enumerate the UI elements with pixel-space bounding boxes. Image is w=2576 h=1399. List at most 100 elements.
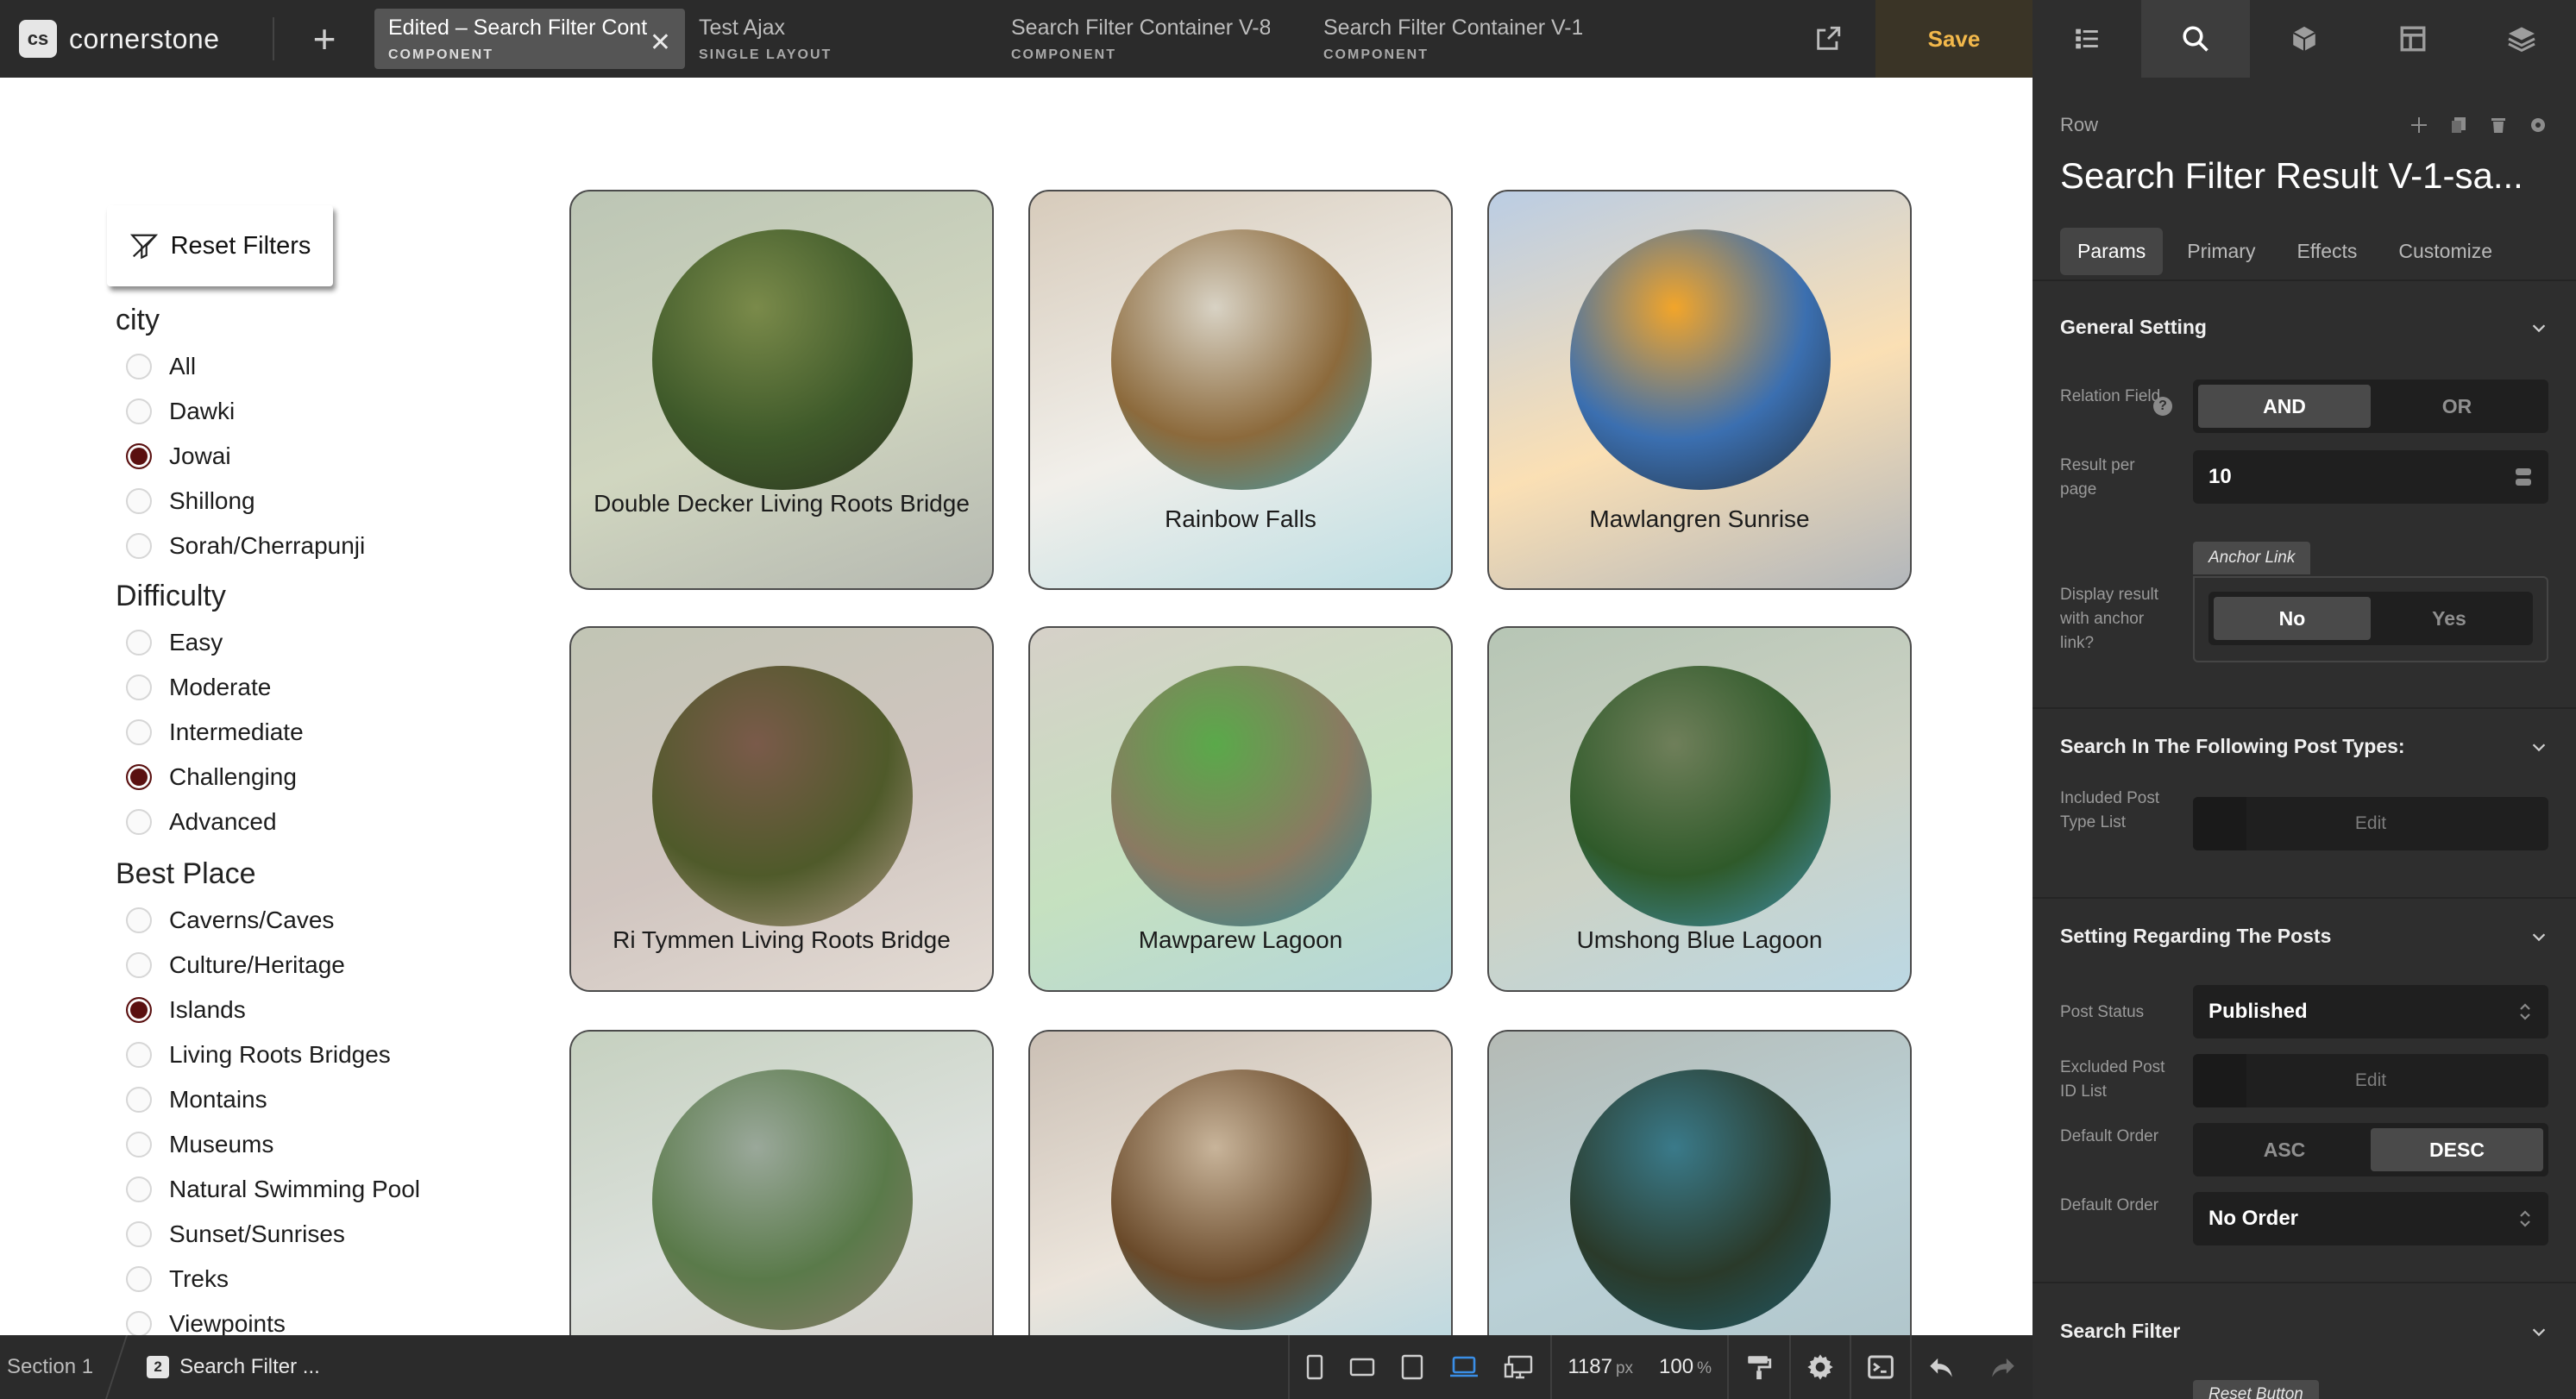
radio-button[interactable]: [126, 630, 152, 656]
tablet-icon[interactable]: [1400, 1354, 1424, 1380]
result-card[interactable]: Umshong Blue Lagoon: [1487, 626, 1912, 992]
filter-option[interactable]: Shillong: [116, 479, 365, 524]
filter-option[interactable]: Sorah/Cherrapunji: [116, 524, 365, 568]
result-card[interactable]: [569, 1030, 994, 1335]
filter-option[interactable]: Montains: [116, 1077, 420, 1122]
breadcrumb-section[interactable]: Section 1: [0, 1355, 116, 1379]
post-status-select[interactable]: Published: [2193, 985, 2548, 1038]
tab-effects[interactable]: Effects: [2279, 228, 2374, 275]
stepper-icon[interactable]: [2514, 465, 2533, 489]
reset-button-chip[interactable]: Reset Button: [2193, 1380, 2319, 1399]
duplicate-icon[interactable]: [2448, 115, 2469, 135]
filter-option[interactable]: Dawki: [116, 389, 365, 434]
breadcrumb-element[interactable]: 2 Search Filter ...: [147, 1355, 320, 1379]
tab-params[interactable]: Params: [2060, 228, 2164, 275]
filter-option[interactable]: Culture/Heritage: [116, 943, 420, 988]
close-icon[interactable]: ✕: [650, 28, 671, 58]
result-card[interactable]: Double Decker Living Roots Bridge: [569, 190, 994, 590]
filter-option[interactable]: Moderate: [116, 665, 304, 710]
undo-icon[interactable]: [1927, 1355, 1955, 1379]
result-card[interactable]: [1028, 1030, 1453, 1335]
filter-option[interactable]: Living Roots Bridges: [116, 1032, 420, 1077]
filter-option[interactable]: Treks: [116, 1257, 420, 1302]
section-post-settings[interactable]: Setting Regarding The Posts: [2060, 925, 2548, 948]
radio-button[interactable]: [126, 398, 152, 424]
excluded-post-ids-edit[interactable]: Edit: [2193, 1054, 2548, 1107]
redo-icon[interactable]: [1989, 1355, 2017, 1379]
app-logo[interactable]: cs cornerstone: [0, 0, 273, 78]
radio-button[interactable]: [126, 1266, 152, 1292]
radio-button[interactable]: [126, 1221, 152, 1247]
filter-option[interactable]: Advanced: [116, 800, 304, 844]
desktop-icon[interactable]: [1504, 1354, 1535, 1380]
radio-button[interactable]: [126, 1311, 152, 1335]
section-search-filter[interactable]: Search Filter: [2060, 1320, 2548, 1343]
tab-search-filter-v1[interactable]: Search Filter Container V-1 COMPONENT: [1310, 0, 1622, 78]
display-no-option[interactable]: No: [2214, 597, 2371, 640]
phone-landscape-icon[interactable]: [1348, 1356, 1376, 1378]
radio-button[interactable]: [126, 1176, 152, 1202]
order-asc-option[interactable]: ASC: [2198, 1128, 2371, 1171]
phone-icon[interactable]: [1305, 1354, 1324, 1380]
trash-icon[interactable]: [2488, 115, 2509, 135]
radio-button[interactable]: [126, 907, 152, 933]
save-button[interactable]: Save: [1875, 0, 2033, 78]
laptop-icon[interactable]: [1448, 1354, 1480, 1380]
reset-filters-button[interactable]: Reset Filters: [107, 205, 333, 286]
filter-option[interactable]: Museums: [116, 1122, 420, 1167]
section-general-setting[interactable]: General Setting: [2060, 316, 2548, 339]
filter-option[interactable]: All: [116, 344, 365, 389]
anchor-link-chip[interactable]: Anchor Link: [2193, 542, 2311, 574]
radio-button[interactable]: [126, 533, 152, 559]
stack-button[interactable]: [2467, 0, 2576, 78]
filter-option[interactable]: Islands: [116, 988, 420, 1032]
tab-edited-search-filter[interactable]: Edited – Search Filter Container V-8-sam…: [374, 9, 685, 69]
layout-button[interactable]: [2359, 0, 2467, 78]
open-external-button[interactable]: [1781, 0, 1875, 78]
filter-option[interactable]: Challenging: [116, 755, 304, 800]
zoom-level[interactable]: 100%: [1659, 1355, 1712, 1379]
layers-list-button[interactable]: [2033, 0, 2141, 78]
gear-icon[interactable]: [2528, 115, 2548, 135]
result-card[interactable]: Mawlangren Sunrise: [1487, 190, 1912, 590]
radio-button[interactable]: [126, 674, 152, 700]
relation-or-option[interactable]: OR: [2371, 385, 2543, 428]
gear-icon[interactable]: [1806, 1353, 1834, 1381]
radio-button[interactable]: [126, 1042, 152, 1068]
radio-button[interactable]: [126, 443, 152, 469]
tab-primary[interactable]: Primary: [2170, 228, 2272, 275]
filter-option[interactable]: Natural Swimming Pool: [116, 1167, 420, 1212]
radio-button[interactable]: [126, 997, 152, 1023]
inspector-button[interactable]: [2141, 0, 2250, 78]
viewport-width[interactable]: 1187 px: [1568, 1355, 1633, 1379]
radio-button[interactable]: [126, 719, 152, 745]
move-icon[interactable]: [2409, 115, 2429, 135]
radio-button[interactable]: [126, 809, 152, 835]
result-per-page-input[interactable]: 10: [2193, 450, 2548, 504]
default-order-by-select[interactable]: No Order: [2193, 1192, 2548, 1245]
tab-search-filter-v8[interactable]: Search Filter Container V-8- COMPONENT: [997, 0, 1310, 78]
elements-button[interactable]: [2250, 0, 2359, 78]
filter-option[interactable]: Easy: [116, 620, 304, 665]
filter-option[interactable]: Viewpoints: [116, 1302, 420, 1335]
filter-option[interactable]: Caverns/Caves: [116, 898, 420, 943]
tab-test-ajax[interactable]: Test Ajax SINGLE LAYOUT: [685, 0, 997, 78]
radio-button[interactable]: [126, 488, 152, 514]
radio-button[interactable]: [126, 952, 152, 978]
filter-option[interactable]: Jowai: [116, 434, 365, 479]
element-breadcrumb[interactable]: Row: [2060, 114, 2098, 136]
result-card[interactable]: Mawparew Lagoon: [1028, 626, 1453, 992]
result-card[interactable]: [1487, 1030, 1912, 1335]
filter-option[interactable]: Intermediate: [116, 710, 304, 755]
tab-customize[interactable]: Customize: [2381, 228, 2510, 275]
radio-button[interactable]: [126, 354, 152, 380]
result-card[interactable]: Ri Tymmen Living Roots Bridge: [569, 626, 994, 992]
display-yes-option[interactable]: Yes: [2371, 597, 2528, 640]
relation-and-option[interactable]: AND: [2198, 385, 2371, 428]
section-post-types[interactable]: Search In The Following Post Types:: [2060, 735, 2548, 758]
help-icon[interactable]: ?: [2153, 397, 2172, 416]
radio-button[interactable]: [126, 1132, 152, 1157]
order-desc-option[interactable]: DESC: [2371, 1128, 2543, 1171]
paint-roller-icon[interactable]: [1744, 1352, 1774, 1382]
result-card[interactable]: Rainbow Falls: [1028, 190, 1453, 590]
